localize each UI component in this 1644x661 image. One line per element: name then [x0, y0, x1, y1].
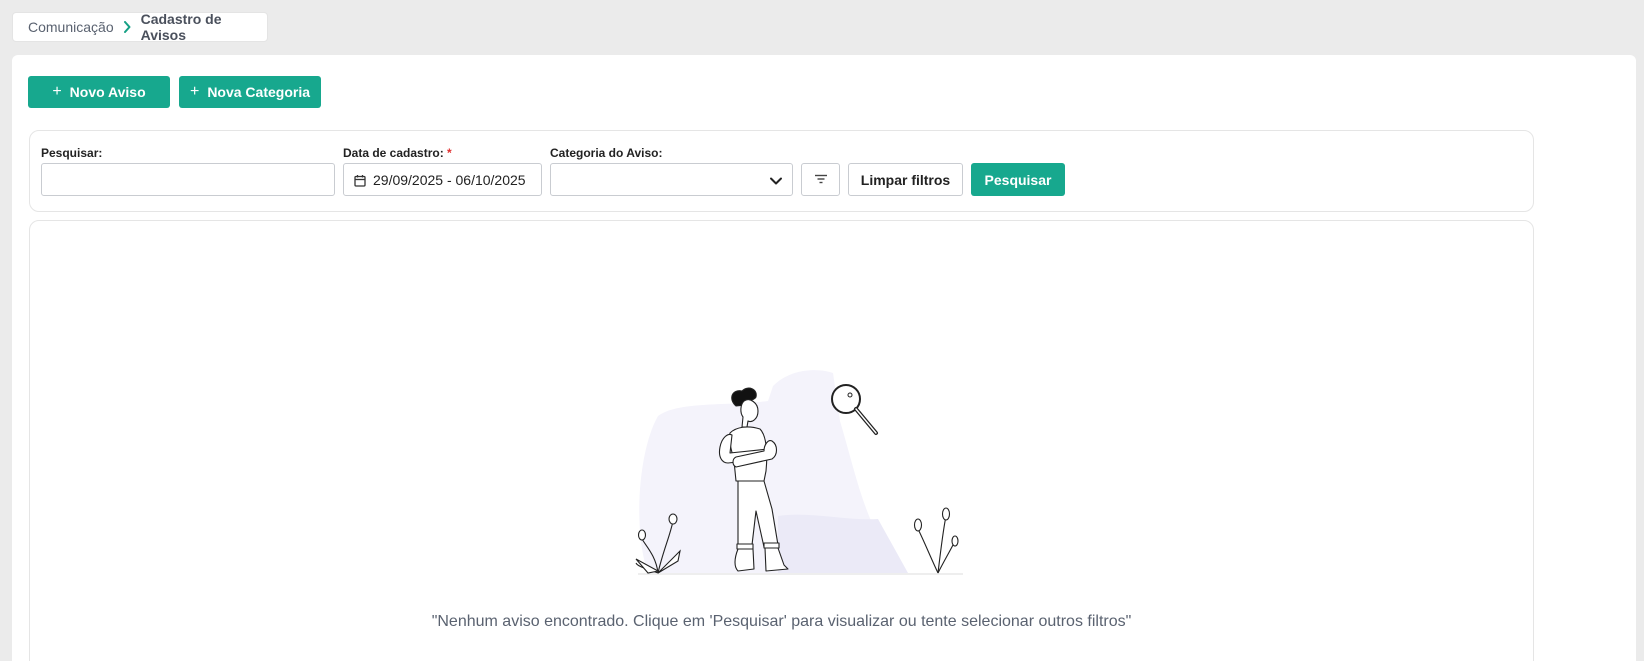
- clear-filters-button[interactable]: Limpar filtros: [848, 163, 963, 196]
- date-label: Data de cadastro: *: [343, 146, 452, 160]
- plus-icon: +: [189, 83, 200, 100]
- date-range-value: 29/09/2025 - 06/10/2025: [373, 172, 526, 188]
- new-notice-button[interactable]: + Novo Aviso: [28, 76, 170, 108]
- date-label-text: Data de cadastro:: [343, 146, 444, 160]
- search-button[interactable]: Pesquisar: [971, 163, 1065, 196]
- date-range-input[interactable]: 29/09/2025 - 06/10/2025: [343, 163, 542, 196]
- filter-icon: [814, 171, 828, 189]
- plus-icon: +: [52, 83, 62, 100]
- chevron-right-icon: [123, 21, 131, 33]
- breadcrumb-current: Cadastro de Avisos: [140, 11, 222, 43]
- new-category-label: Nova Categoria: [207, 84, 311, 100]
- advanced-filter-button[interactable]: [801, 163, 840, 196]
- main-card: + Novo Aviso + Nova Categoria Pesquisar:…: [12, 55, 1636, 661]
- breadcrumb: Comunicação Cadastro de Avisos: [12, 11, 268, 43]
- search-input[interactable]: [41, 163, 335, 196]
- search-label: Pesquisar:: [41, 146, 103, 160]
- results-panel: "Nenhum aviso encontrado. Clique em 'Pes…: [29, 220, 1534, 661]
- category-select[interactable]: [550, 163, 793, 196]
- chevron-down-icon: [769, 174, 783, 192]
- filter-panel: Pesquisar: Data de cadastro: * 29/09/202…: [29, 130, 1534, 212]
- calendar-icon: [354, 174, 366, 192]
- new-category-button[interactable]: + Nova Categoria: [179, 76, 321, 108]
- empty-state-illustration: [635, 370, 963, 575]
- new-notice-label: Novo Aviso: [69, 84, 146, 100]
- category-label: Categoria do Aviso:: [550, 146, 663, 160]
- breadcrumb-parent[interactable]: Comunicação: [28, 19, 114, 35]
- required-mark: *: [447, 146, 452, 160]
- empty-state-message: "Nenhum aviso encontrado. Clique em 'Pes…: [431, 613, 1132, 630]
